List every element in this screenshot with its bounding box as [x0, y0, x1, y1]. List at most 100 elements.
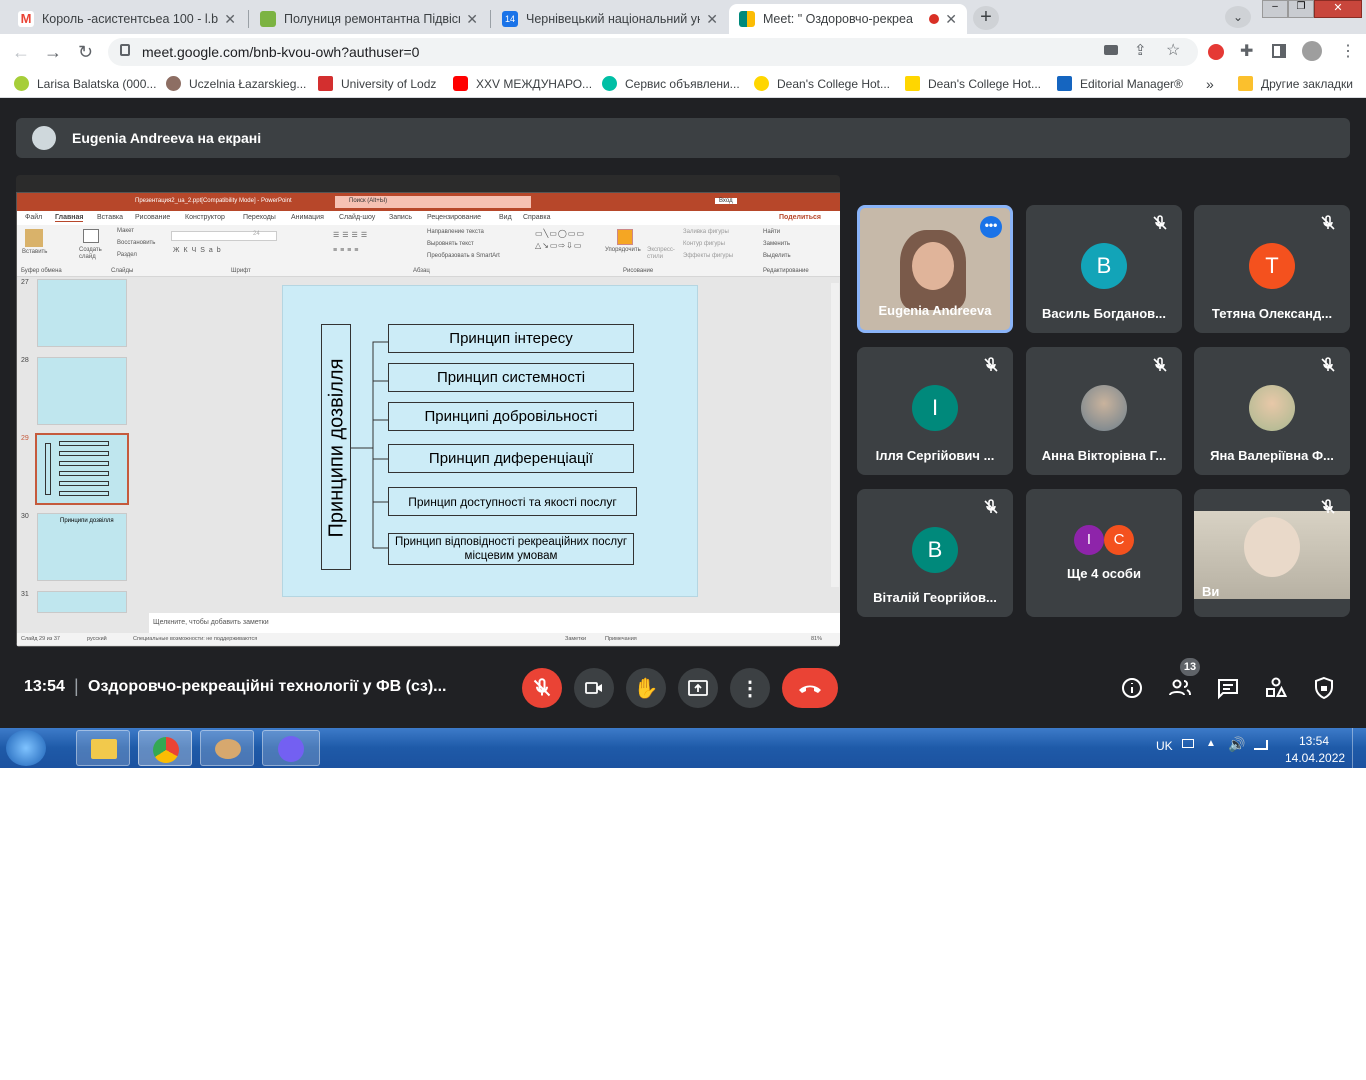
bookmark-item[interactable]: Сервис объявлени...: [602, 76, 740, 91]
menu-slideshow[interactable]: Слайд-шоу: [339, 214, 375, 221]
tab-meet[interactable]: Meet: " Оздоровчо-рекреа ✕: [729, 4, 967, 34]
bookmark-item[interactable]: XXV МЕЖДУНАРО...: [453, 76, 592, 91]
minimize-button[interactable]: –: [1262, 0, 1288, 18]
slide-thumbnail[interactable]: [37, 357, 127, 425]
shapes-gallery[interactable]: ▭╲▭◯▭▭: [535, 229, 585, 238]
raise-hand-button[interactable]: ✋: [626, 668, 666, 708]
menu-animation[interactable]: Анимация: [291, 214, 324, 221]
font-format-icons[interactable]: ЖКЧSab: [173, 247, 225, 254]
tab-gmail[interactable]: M Король -асистентсьеа 100 - l.bal ✕: [8, 4, 246, 34]
layout-button[interactable]: Макет: [117, 228, 134, 234]
leave-call-button[interactable]: [782, 668, 838, 708]
more-options-icon[interactable]: •••: [980, 216, 1002, 238]
info-icon[interactable]: [1120, 676, 1144, 700]
arrange-label[interactable]: Упорядочить: [605, 247, 641, 253]
ppt-search-box[interactable]: Поиск (Alt+Ы): [335, 196, 531, 208]
zoom-level[interactable]: 81%: [811, 636, 822, 642]
forward-icon[interactable]: →: [44, 42, 62, 63]
other-bookmarks[interactable]: Другие закладки: [1238, 76, 1353, 91]
new-slide-label[interactable]: Создать слайд: [79, 247, 109, 261]
tab-search-icon[interactable]: ⌄: [1225, 6, 1251, 28]
sidebar-icon[interactable]: [1272, 44, 1286, 58]
tray-expand-icon[interactable]: ▲: [1206, 738, 1216, 749]
clock-time[interactable]: 13:54: [1299, 734, 1329, 748]
shape-fill-button[interactable]: Заливка фигуры: [683, 229, 729, 235]
camera-toggle-button[interactable]: [574, 668, 614, 708]
reset-button[interactable]: Восстановить: [117, 240, 155, 246]
self-view-tile[interactable]: Ви: [1194, 489, 1350, 617]
mic-toggle-button[interactable]: [522, 668, 562, 708]
font-size-box[interactable]: 24: [249, 231, 277, 241]
chrome-taskbar-button[interactable]: [138, 730, 192, 766]
menu-insert[interactable]: Вставка: [97, 214, 123, 221]
profile-avatar[interactable]: [1302, 41, 1322, 61]
comments-toggle[interactable]: Примечания: [605, 636, 637, 642]
share-icon[interactable]: ⇪: [1134, 41, 1147, 59]
menu-view[interactable]: Вид: [499, 214, 512, 221]
participant-tile[interactable]: Анна Вікторівна Г...: [1026, 347, 1182, 475]
tab-strawberry[interactable]: Полуниця ремонтантна Підвісн ✕: [250, 4, 488, 34]
bookmark-item[interactable]: Uczelnia Łazarskieg...: [166, 76, 306, 91]
participant-tile[interactable]: В Василь Богданов...: [1026, 205, 1182, 333]
share-button[interactable]: Поделиться: [779, 214, 821, 221]
shapes-gallery-row[interactable]: △↘▭⇨⇩▭: [535, 241, 582, 250]
start-button[interactable]: [6, 730, 46, 766]
close-window-button[interactable]: ✕: [1314, 0, 1362, 18]
present-now-button[interactable]: [678, 668, 718, 708]
tab-university[interactable]: 14 Чернівецький національний ун ✕: [492, 4, 728, 34]
paste-label[interactable]: Вставить: [22, 249, 47, 255]
new-tab-button[interactable]: +: [973, 6, 999, 30]
slide-thumbnail[interactable]: [37, 591, 127, 613]
bookmark-item[interactable]: Editorial Manager®: [1057, 76, 1183, 91]
menu-draw[interactable]: Рисование: [135, 214, 170, 221]
shape-outline-button[interactable]: Контур фигуры: [683, 241, 725, 247]
show-desktop-button[interactable]: [1352, 728, 1366, 768]
section-button[interactable]: Раздел: [117, 252, 137, 258]
list-icons[interactable]: ☰☰☰☰: [333, 231, 370, 239]
bookmark-item[interactable]: Dean's College Hot...: [905, 76, 1041, 91]
extension-icon[interactable]: [1208, 44, 1224, 60]
more-participants-tile[interactable]: І С Ще 4 особи: [1026, 489, 1182, 617]
keyboard-icon[interactable]: [1182, 739, 1194, 748]
slide-thumbnail[interactable]: [37, 279, 127, 347]
address-bar[interactable]: meet.google.com/bnb-kvou-owh?authuser=0 …: [108, 38, 1198, 66]
close-icon[interactable]: ✕: [706, 11, 718, 28]
bookmark-item[interactable]: University of Lodz: [318, 76, 436, 91]
slide-thumbnail[interactable]: Принципи дозвілля: [37, 513, 127, 581]
explorer-taskbar-button[interactable]: [76, 730, 130, 766]
maximize-button[interactable]: ❐: [1288, 0, 1314, 18]
align-text-button[interactable]: Выровнять текст: [427, 241, 474, 247]
align-icons[interactable]: ≡≡≡≡: [333, 247, 361, 254]
vertical-scrollbar[interactable]: [831, 283, 839, 587]
menu-review[interactable]: Рецензирование: [427, 214, 481, 221]
participant-tile[interactable]: Т Тетяна Олександ...: [1194, 205, 1350, 333]
clock-date[interactable]: 14.04.2022: [1285, 751, 1345, 765]
arrange-icon[interactable]: [617, 229, 633, 245]
menu-record[interactable]: Запись: [389, 214, 412, 221]
activities-icon[interactable]: [1264, 676, 1288, 700]
replace-button[interactable]: Заменить: [763, 241, 790, 247]
menu-home[interactable]: Главная: [55, 214, 84, 222]
chat-icon[interactable]: [1216, 676, 1240, 700]
slide-thumbnail-selected[interactable]: [35, 433, 129, 505]
language-indicator[interactable]: UK: [1156, 739, 1173, 753]
menu-transitions[interactable]: Переходы: [243, 214, 276, 221]
volume-icon[interactable]: 🔊: [1228, 736, 1245, 753]
close-icon[interactable]: ✕: [466, 11, 478, 28]
menu-file[interactable]: Файл: [25, 214, 42, 221]
find-button[interactable]: Найти: [763, 229, 780, 235]
more-options-button[interactable]: ⋮: [730, 668, 770, 708]
close-icon[interactable]: ✕: [224, 11, 236, 28]
notes-pane[interactable]: Щелкните, чтобы добавить заметки: [149, 613, 840, 633]
host-controls-icon[interactable]: [1312, 676, 1336, 700]
participant-tile[interactable]: Яна Валеріївна Ф...: [1194, 347, 1350, 475]
network-icon[interactable]: [1254, 740, 1268, 750]
bookmark-item[interactable]: Dean's College Hot...: [754, 76, 890, 91]
bookmark-item[interactable]: Larisa Balatska (000...: [14, 76, 156, 91]
notes-toggle[interactable]: Заметки: [565, 636, 586, 642]
close-icon[interactable]: ✕: [945, 11, 957, 28]
paint-taskbar-button[interactable]: [200, 730, 254, 766]
more-bookmarks-button[interactable]: »: [1206, 76, 1214, 92]
signin-button[interactable]: Вход: [715, 198, 737, 204]
text-direction-button[interactable]: Направление текста: [427, 229, 484, 235]
